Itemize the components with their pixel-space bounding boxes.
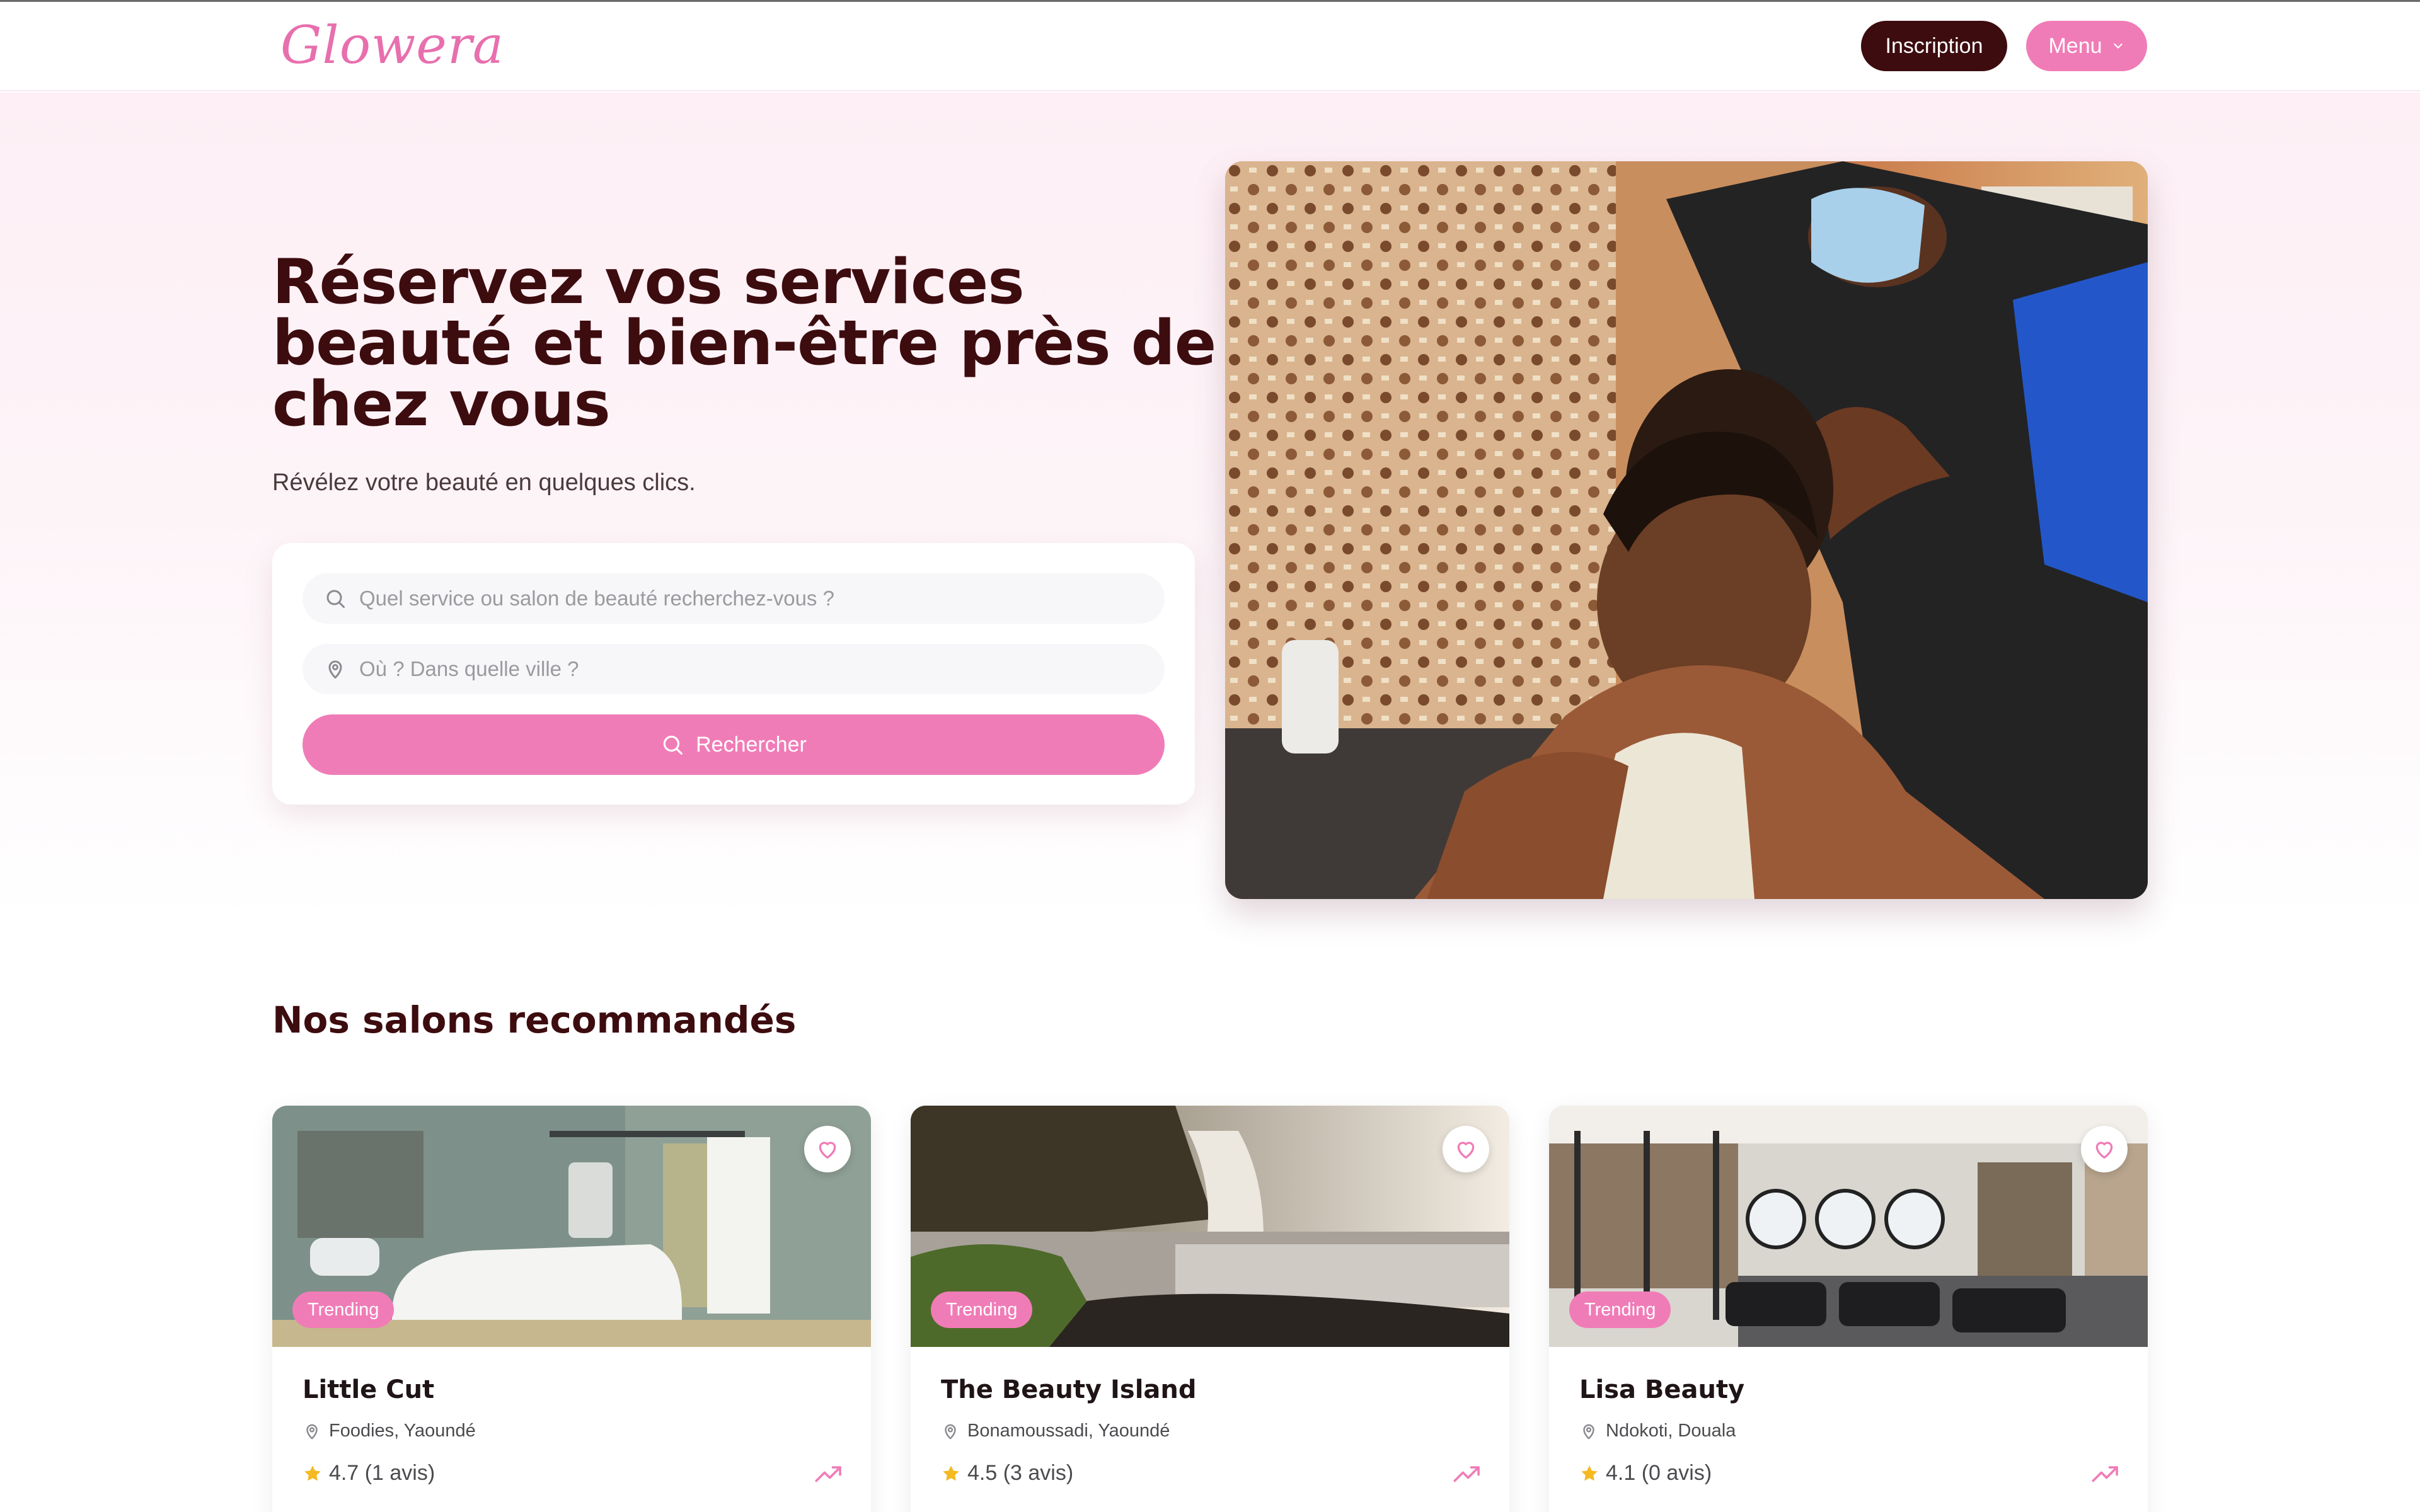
location-search-field[interactable] <box>302 644 1165 694</box>
salon-card[interactable]: Trending The Beauty Island Bonamoussadi,… <box>911 1106 1509 1512</box>
salon-rating-text: 4.7 (1 avis) <box>329 1461 435 1485</box>
salon-name[interactable]: Lisa Beauty <box>1579 1375 1744 1404</box>
map-pin-icon <box>1583 1424 1594 1439</box>
menu-button[interactable]: Menu <box>2026 21 2147 71</box>
service-search-field[interactable] <box>302 573 1165 624</box>
favorite-button[interactable] <box>804 1126 851 1172</box>
search-button[interactable]: Rechercher <box>302 714 1165 775</box>
service-search-input[interactable] <box>359 587 1147 610</box>
menu-button-label: Menu <box>2048 33 2102 58</box>
salon-location-text: Foodies, Yaoundé <box>329 1421 476 1441</box>
favorite-button[interactable] <box>1443 1126 1489 1172</box>
trending-badge: Trending <box>292 1292 395 1328</box>
salon-location: Ndokoti, Douala <box>1579 1421 1736 1441</box>
salon-location-text: Ndokoti, Douala <box>1606 1421 1736 1441</box>
salons-section-title: Nos salons recommandés <box>272 999 797 1041</box>
salon-rating: 4.1 (0 avis) <box>1579 1461 1712 1486</box>
hero-photo <box>1225 161 2148 899</box>
search-button-label: Rechercher <box>696 732 807 757</box>
salon-location: Bonamoussadi, Yaoundé <box>941 1421 1170 1441</box>
search-card: Rechercher <box>272 543 1195 805</box>
map-pin-icon <box>306 1424 318 1439</box>
salon-card[interactable]: Trending Lisa Beauty Ndokoti, Douala 4.1… <box>1549 1106 2148 1512</box>
salon-rating: 4.7 (1 avis) <box>302 1461 435 1486</box>
trending-badge: Trending <box>931 1292 1033 1328</box>
map-pin-icon <box>945 1424 956 1439</box>
heart-icon <box>819 1142 836 1159</box>
star-icon <box>304 1465 321 1480</box>
salon-card[interactable]: Trending Little Cut Foodies, Yaoundé 4.7… <box>272 1106 871 1512</box>
hero-title: Réservez vos services beauté et bien-êtr… <box>272 246 1216 440</box>
salon-rating-text: 4.1 (0 avis) <box>1606 1461 1712 1485</box>
trending-up-icon <box>1453 1466 1480 1482</box>
salon-location-text: Bonamoussadi, Yaoundé <box>967 1421 1170 1441</box>
location-search-input[interactable] <box>359 657 1147 681</box>
trending-up-icon <box>2092 1466 2118 1482</box>
site-header: Glowera Inscription Menu <box>0 2 2420 91</box>
salon-rating-text: 4.5 (3 avis) <box>967 1461 1074 1485</box>
trending-badge: Trending <box>1569 1292 1671 1328</box>
star-icon <box>943 1465 959 1480</box>
salon-location: Foodies, Yaoundé <box>302 1421 476 1441</box>
signup-button[interactable]: Inscription <box>1861 21 2007 71</box>
map-pin-icon <box>328 660 342 679</box>
chevron-down-icon <box>2113 43 2123 49</box>
search-icon <box>326 590 345 608</box>
salon-name[interactable]: Little Cut <box>302 1375 434 1404</box>
favorite-button[interactable] <box>2081 1126 2128 1172</box>
trending-up-icon <box>815 1466 841 1482</box>
star-icon <box>1581 1465 1598 1480</box>
brand-logo[interactable]: Glowera <box>280 16 504 76</box>
heart-icon <box>1457 1142 1475 1159</box>
heart-icon <box>2095 1142 2113 1159</box>
search-icon <box>663 735 683 755</box>
salon-name[interactable]: The Beauty Island <box>941 1375 1197 1404</box>
hero-subtitle: Révélez votre beauté en quelques clics. <box>272 469 696 496</box>
salon-rating: 4.5 (3 avis) <box>941 1461 1073 1486</box>
